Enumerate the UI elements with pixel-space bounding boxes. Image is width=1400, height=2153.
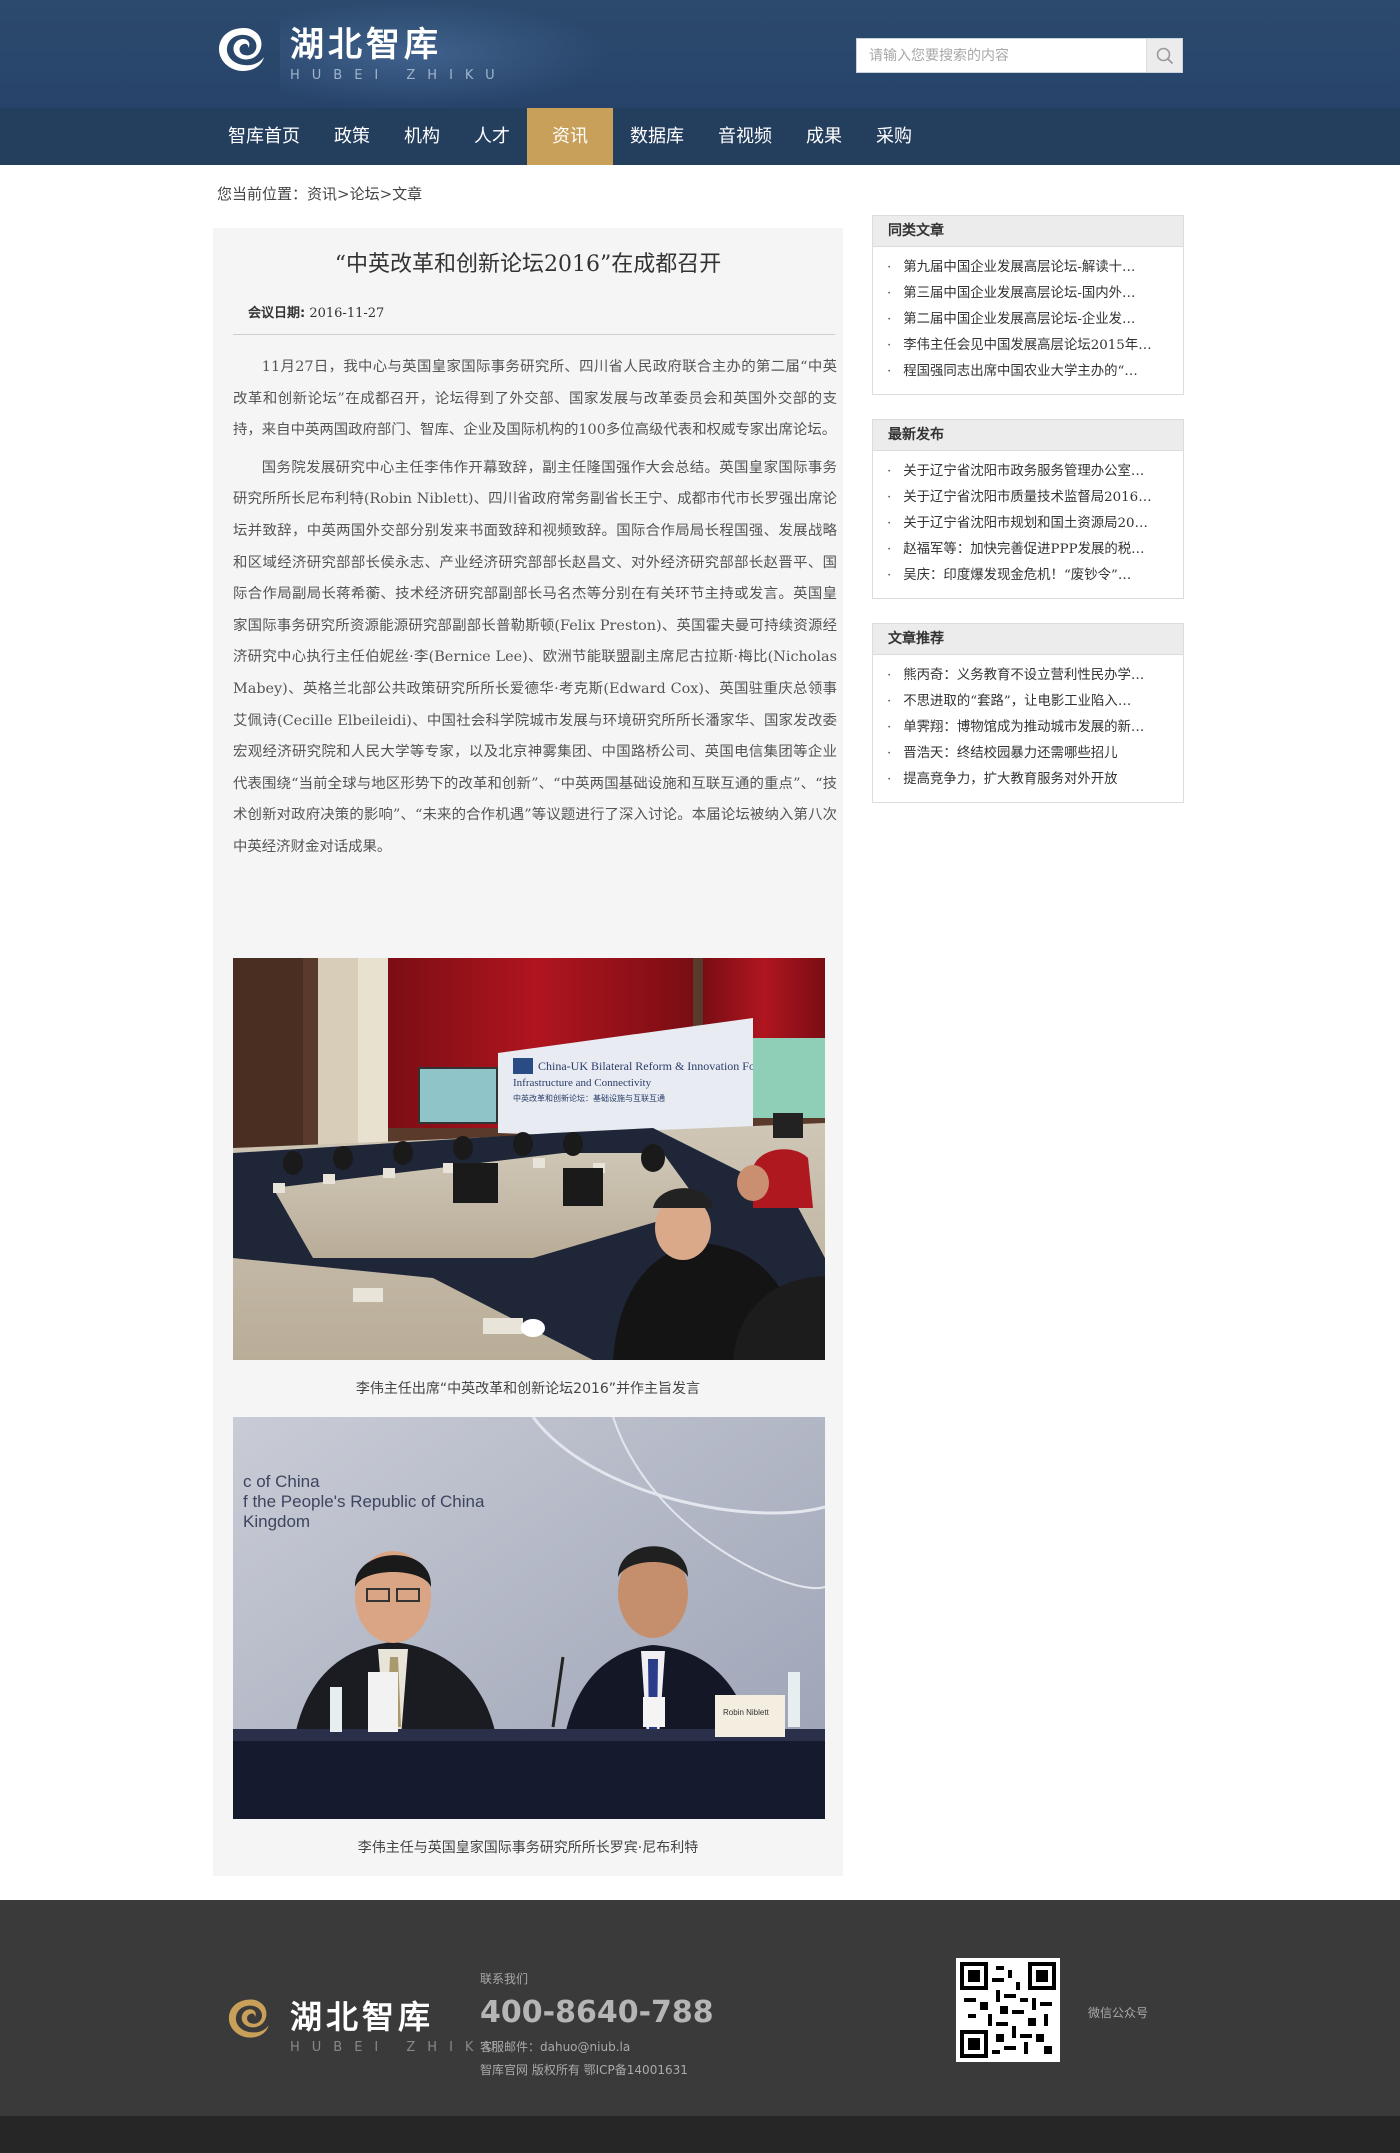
article-link[interactable]: 关于辽宁省沈阳市政务服务管理办公室… [887, 459, 1171, 485]
footer-logo[interactable]: 湖北智库 HUBEI ZHIKU [226, 1996, 507, 2056]
date-label: 会议日期: [248, 306, 306, 321]
article: “中英改革和创新论坛2016”在成都召开 会议日期: 2016-11-27 11… [213, 228, 843, 1876]
forum-banner-text: China-UK Bilateral Reform & Innovation F… [538, 1059, 775, 1073]
footer-logo-text-en: HUBEI ZHIKU [290, 2040, 507, 2055]
article-body: 11月27日，我中心与英国皇家国际事务研究所、四川省人民政府联合主办的第二届“中… [233, 352, 837, 870]
article-paragraph: 国务院发展研究中心主任李伟作开幕致辞，副主任隆国强作大会总结。英国皇家国际事务研… [233, 459, 837, 855]
panel-title: 最新发布 [873, 420, 1183, 451]
contact-label: 联系我们 [480, 1972, 529, 1986]
similar-articles-panel: 同类文章 第九届中国企业发展高层论坛-解读十… 第三届中国企业发展高层论坛-国内… [872, 215, 1184, 395]
forum-banner-cn: 中英改革和创新论坛：基础设施与互联互通 [513, 1093, 665, 1103]
nav-item-news[interactable]: 资讯 [527, 108, 613, 165]
nav-item-policy[interactable]: 政策 [317, 108, 387, 165]
forum-banner-subtitle: Infrastructure and Connectivity [513, 1077, 652, 1089]
latest-panel: 最新发布 关于辽宁省沈阳市政务服务管理办公室… 关于辽宁省沈阳市质量技术监督局2… [872, 419, 1184, 599]
article-link[interactable]: 关于辽宁省沈阳市规划和国土资源局20… [887, 511, 1171, 537]
article-link[interactable]: 第三届中国企业发展高层论坛-国内外… [887, 281, 1171, 307]
conference-photo: China-UK Bilateral Reform & Innovation F… [233, 958, 825, 1360]
article-link[interactable]: 第二届中国企业发展高层论坛-企业发… [887, 307, 1171, 333]
article-link[interactable]: 晋浩天：终结校园暴力还需哪些招儿 [887, 741, 1171, 767]
backdrop-text-line1: c of China [243, 1472, 320, 1491]
main-nav: 智库首页 政策 机构 人才 资讯 数据库 音视频 成果 采购 [0, 108, 1400, 165]
logo-swirl-icon [219, 28, 264, 71]
logo-text-en: HUBEI ZHIKU [290, 68, 507, 83]
article-paragraph: 11月27日，我中心与英国皇家国际事务研究所、四川省人民政府联合主办的第二届“中… [233, 359, 837, 439]
nav-item-results[interactable]: 成果 [789, 108, 859, 165]
panel-title: 文章推荐 [873, 624, 1183, 655]
article-link[interactable]: 单霁翔：博物馆成为推动城市发展的新… [887, 715, 1171, 741]
qr-label: 微信公众号 [1088, 2006, 1149, 2020]
nav-item-media[interactable]: 音视频 [701, 108, 789, 165]
search-button[interactable] [1146, 39, 1182, 72]
article-link[interactable]: 熊丙奇：义务教育不设立营利性民办学… [887, 663, 1171, 689]
nav-item-institution[interactable]: 机构 [387, 108, 457, 165]
article-date: 2016-11-27 [309, 306, 385, 321]
search-box [856, 38, 1183, 73]
site-footer: 湖北智库 HUBEI ZHIKU 联系我们 400-8640-788 客服邮件：… [0, 1900, 1400, 2116]
nav-item-talent[interactable]: 人才 [457, 108, 527, 165]
nav-item-database[interactable]: 数据库 [613, 108, 701, 165]
article-title: “中英改革和创新论坛2016”在成都召开 [334, 252, 722, 277]
qr-code [956, 1958, 1060, 2062]
breadcrumb: 您当前位置：资讯>论坛>文章 [217, 185, 423, 203]
article-link[interactable]: 李伟主任会见中国发展高层论坛2015年… [887, 333, 1171, 359]
phone-number: 400-8640-788 [480, 1995, 714, 2030]
search-input[interactable] [857, 39, 1146, 72]
article-link[interactable]: 吴庆：印度爆发现金危机！“废钞令”… [887, 563, 1171, 589]
photo-caption: 李伟主任出席“中英改革和创新论坛2016”并作主旨发言 [355, 1381, 701, 1397]
divider [233, 334, 835, 335]
logo-swirl-icon [228, 1999, 269, 2038]
footer-logo-text-cn: 湖北智库 [290, 1998, 435, 2036]
article-meta: 会议日期: 2016-11-27 [248, 302, 384, 321]
article-link[interactable]: 程国强同志出席中国农业大学主办的“… [887, 359, 1171, 385]
article-link[interactable]: 赵福军等：加快完善促进PPP发展的税… [887, 537, 1171, 563]
article-link[interactable]: 第九届中国企业发展高层论坛-解读十… [887, 255, 1171, 281]
photo-caption: 李伟主任与英国皇家国际事务研究所所长罗宾·尼布利特 [357, 1840, 699, 1856]
nav-item-home[interactable]: 智库首页 [211, 108, 317, 165]
recommended-panel: 文章推荐 熊丙奇：义务教育不设立营利性民办学… 不思进取的“套路”，让电影工业陷… [872, 623, 1184, 803]
meeting-photo: c of China f the People's Republic of Ch… [233, 1417, 825, 1819]
logo-text-cn: 湖北智库 [290, 25, 442, 65]
site-header: 湖北智库 HUBEI ZHIKU [0, 0, 1400, 108]
article-link[interactable]: 不思进取的“套路”，让电影工业陷入… [887, 689, 1171, 715]
article-link[interactable]: 关于辽宁省沈阳市质量技术监督局2016… [887, 485, 1171, 511]
panel-title: 同类文章 [873, 216, 1183, 247]
contact-info: 联系我们 400-8640-788 客服邮件：dahuo@niub.la 智库官… [480, 1970, 714, 2078]
site-logo[interactable]: 湖北智库 HUBEI ZHIKU [216, 24, 507, 90]
nav-item-procurement[interactable]: 采购 [859, 108, 929, 165]
support-email: 客服邮件：dahuo@niub.la [480, 2040, 631, 2054]
footer-bottom-bar [0, 2116, 1400, 2153]
article-link[interactable]: 提高竞争力，扩大教育服务对外开放 [887, 767, 1171, 793]
backdrop-text-line2: f the People's Republic of China [243, 1492, 485, 1511]
copyright: 智库官网 版权所有 鄂ICP备14001631 [480, 2063, 688, 2077]
search-icon [1156, 47, 1173, 64]
nameplate-text: Robin Niblett [723, 1708, 770, 1717]
backdrop-text-line3: Kingdom [243, 1512, 310, 1531]
